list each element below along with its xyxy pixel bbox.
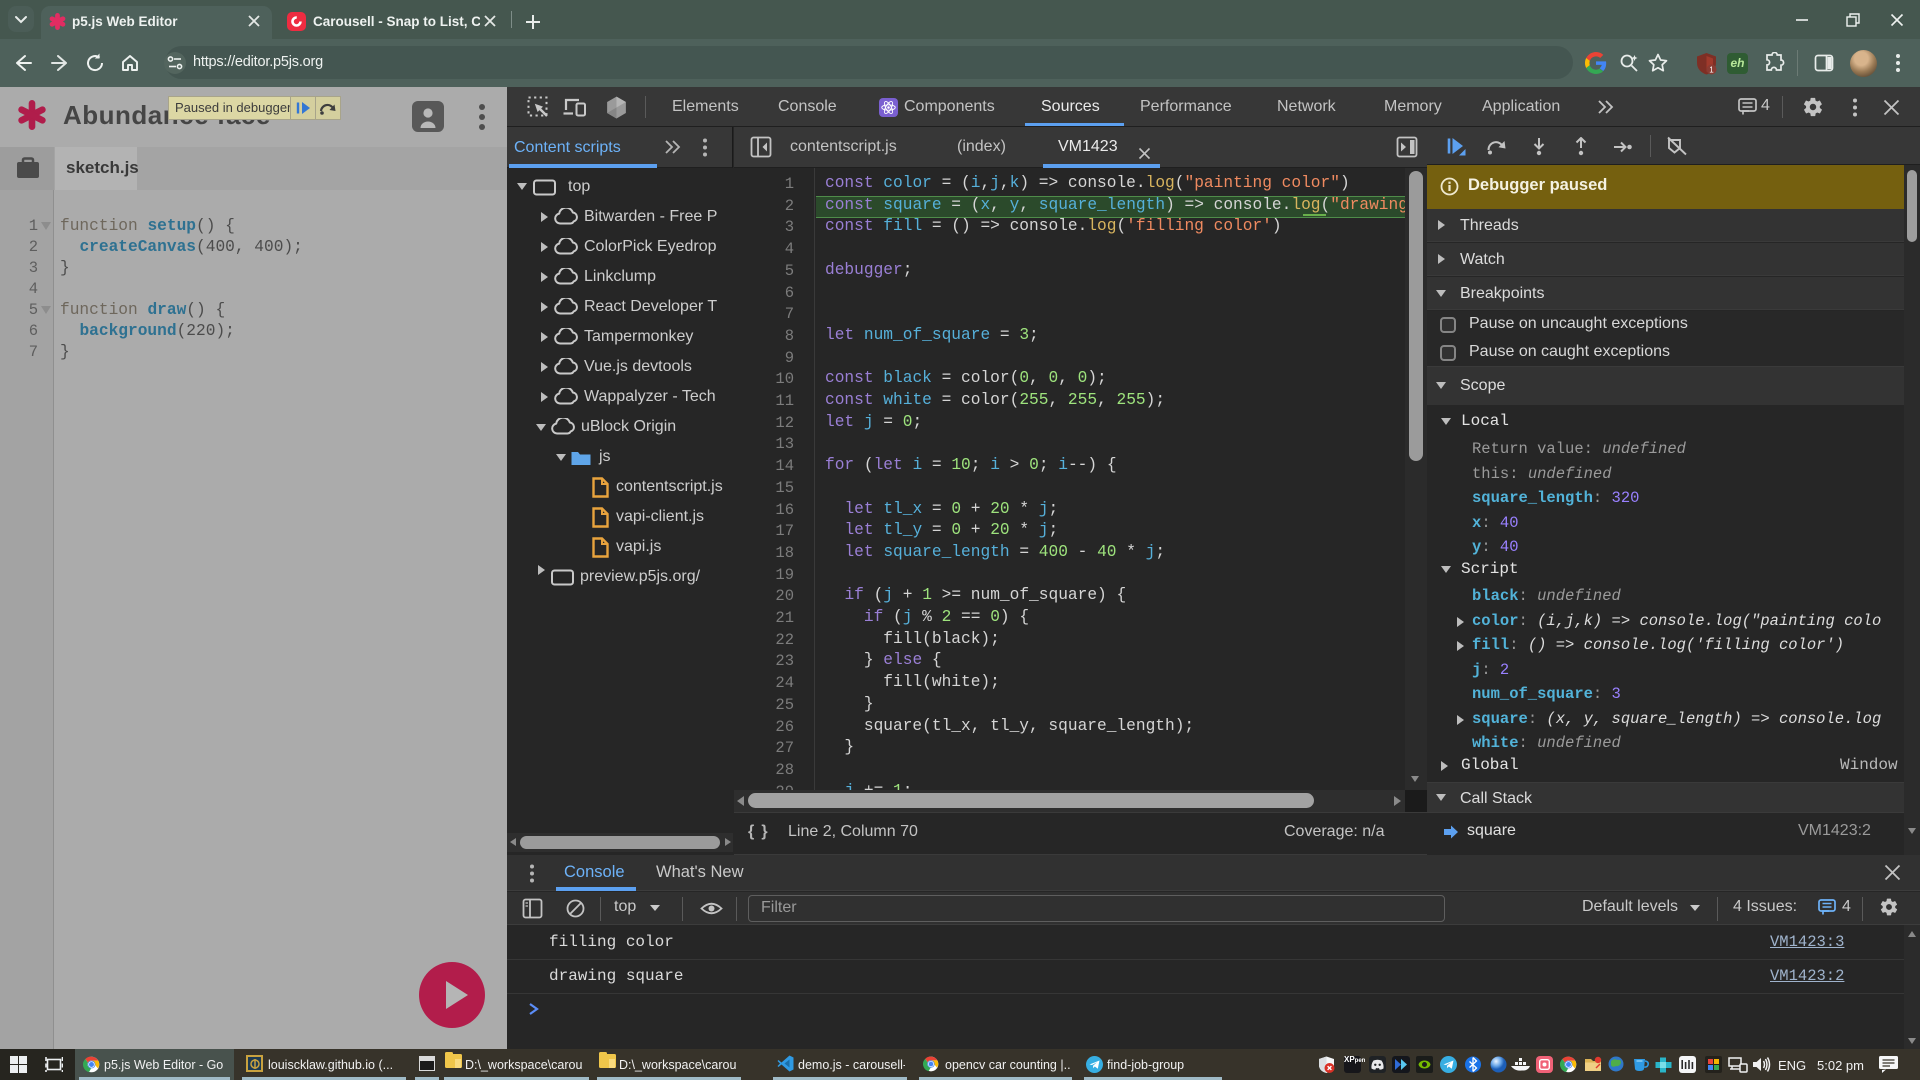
svg-text:1: 1 [1709, 65, 1714, 74]
